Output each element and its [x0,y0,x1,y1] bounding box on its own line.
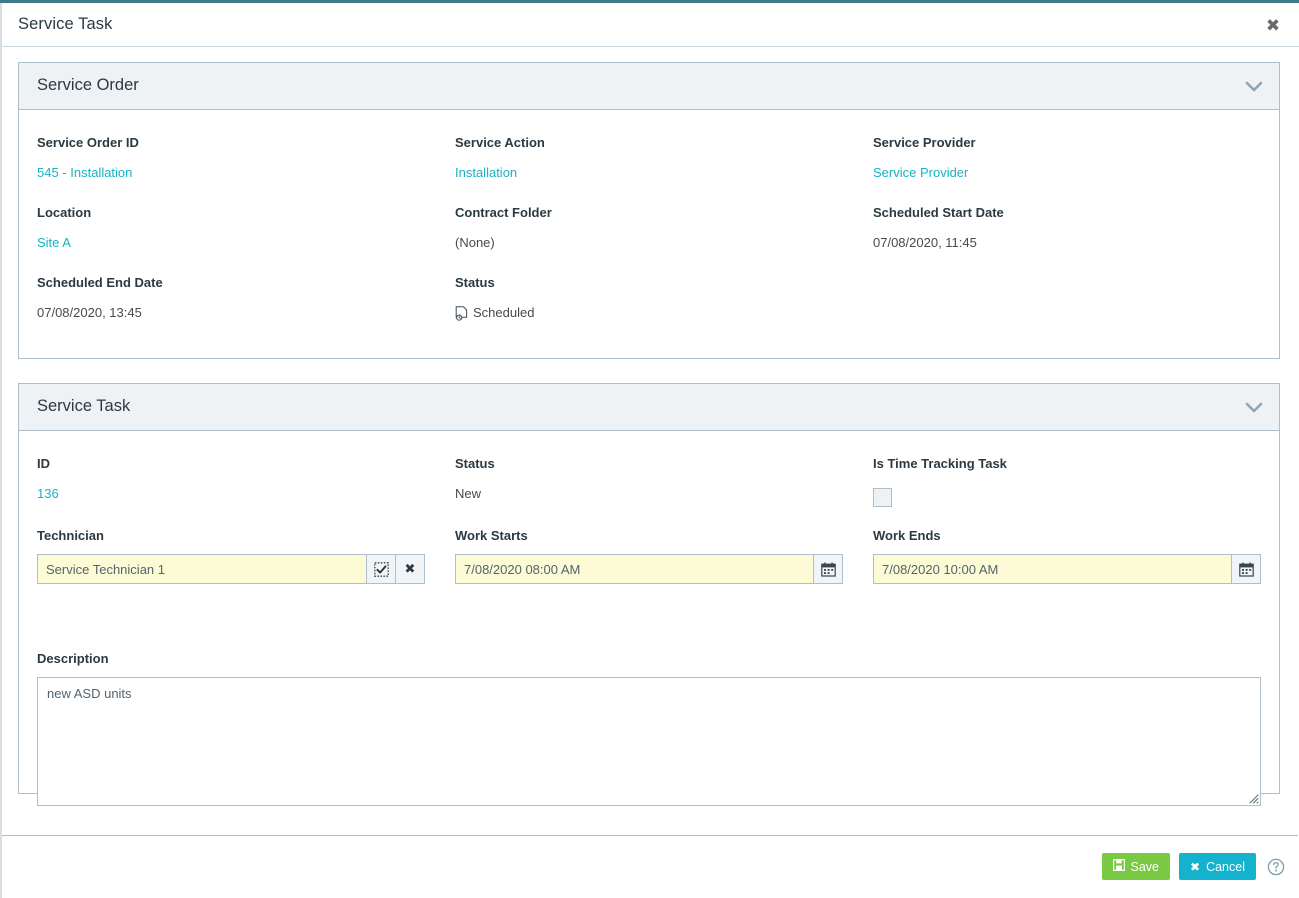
field-label: Status [455,275,495,290]
chevron-down-icon[interactable] [1243,77,1265,97]
field-label: Service Provider [873,135,976,150]
save-button-label: Save [1130,859,1160,874]
field-label: Scheduled End Date [37,275,163,290]
field-service-provider: Service Provider Service Provider [873,135,1293,181]
save-button[interactable]: Save [1101,853,1171,880]
field-is-time-tracking-task: Is Time Tracking Task [873,456,1293,507]
field-contract-folder: Contract Folder (None) [455,205,873,251]
field-label: Location [37,205,92,220]
service-task-panel-header[interactable]: Service Task [19,384,1279,431]
description-wrapper [37,677,1261,806]
work-starts-input[interactable] [455,554,814,584]
cancel-button-label: Cancel [1206,859,1245,874]
clear-icon[interactable]: ✖ [396,554,425,584]
service-order-id-link[interactable]: 545 - Installation [37,165,455,181]
service-provider-link[interactable]: Service Provider [873,165,1293,181]
dialog-title-bar: Service Task ✖ [2,3,1299,47]
field-label: Status [455,456,495,471]
chevron-down-icon[interactable] [1243,398,1265,418]
field-scheduled-end-date: Scheduled End Date 07/08/2020, 13:45 [37,275,455,321]
field-label: Contract Folder [455,205,552,220]
contract-folder-value: (None) [455,235,495,250]
field-status: Status Scheduled [455,275,873,321]
work-ends-input-group [873,554,1261,584]
field-technician: Technician ✖ [37,528,455,584]
field-work-ends: Work Ends [873,528,1293,584]
field-label: Is Time Tracking Task [873,456,1007,471]
service-action-link[interactable]: Installation [455,165,873,181]
field-label: Description [37,651,109,666]
cancel-button[interactable]: ✖ Cancel [1179,853,1256,880]
task-status-value: New [455,486,482,501]
field-label: Service Order ID [37,135,139,150]
field-work-starts: Work Starts [455,528,873,584]
cancel-x-icon: ✖ [1190,859,1201,874]
field-task-status: Status New [455,456,873,502]
work-ends-input[interactable] [873,554,1232,584]
service-order-panel-title: Service Order [37,76,139,94]
save-floppy-icon [1112,859,1125,874]
field-description: Description [37,651,1261,806]
calendar-icon[interactable] [1232,554,1261,584]
field-location: Location Site A [37,205,455,251]
select-record-icon[interactable] [367,554,396,584]
help-circle-icon[interactable] [1267,858,1285,876]
service-task-panel: Service Task ID 136 Technician Service T… [18,383,1280,806]
scheduled-document-clock-icon [455,305,468,321]
field-label: Service Action [455,135,545,150]
calendar-icon[interactable] [814,554,843,584]
scheduled-start-date-value: 07/08/2020, 11:45 [873,235,977,250]
field-scheduled-start-date: Scheduled Start Date 07/08/2020, 11:45 [873,205,1293,251]
technician-input[interactable] [37,554,367,584]
field-label: Work Ends [873,528,941,543]
close-icon[interactable]: ✖ [1263,17,1283,37]
service-task-panel-body: ID 136 Technician ✖ [19,431,1279,806]
scheduled-end-date-value: 07/08/2020, 13:45 [37,305,142,320]
is-time-tracking-task-checkbox[interactable] [873,488,892,507]
field-label: Work Starts [455,528,528,543]
footer-divider [2,835,1298,836]
field-service-action: Service Action Installation [455,135,873,181]
footer-actions: Save ✖ Cancel [1101,853,1285,880]
field-service-order-id: Service Order ID 545 - Installation [37,135,455,181]
field-label: ID [37,456,50,471]
work-starts-input-group [455,554,843,584]
field-label: Technician [37,528,104,543]
page-title: Service Task [18,15,113,33]
field-task-id: ID 136 [37,456,455,502]
service-order-panel-body: Service Order ID 545 - Installation Loca… [19,110,1279,358]
description-textarea[interactable] [37,677,1261,806]
status-badge: Scheduled [455,305,873,321]
status-text: Scheduled [473,305,535,320]
location-link[interactable]: Site A [37,235,455,251]
window-left-edge [0,3,2,898]
service-task-panel-title: Service Task [37,397,131,415]
technician-input-group: ✖ [37,554,425,584]
service-order-panel-header[interactable]: Service Order [19,63,1279,110]
service-order-panel: Service Order Service Order ID 545 - Ins… [18,62,1280,359]
task-id-link[interactable]: 136 [37,486,455,502]
field-label: Scheduled Start Date [873,205,1004,220]
